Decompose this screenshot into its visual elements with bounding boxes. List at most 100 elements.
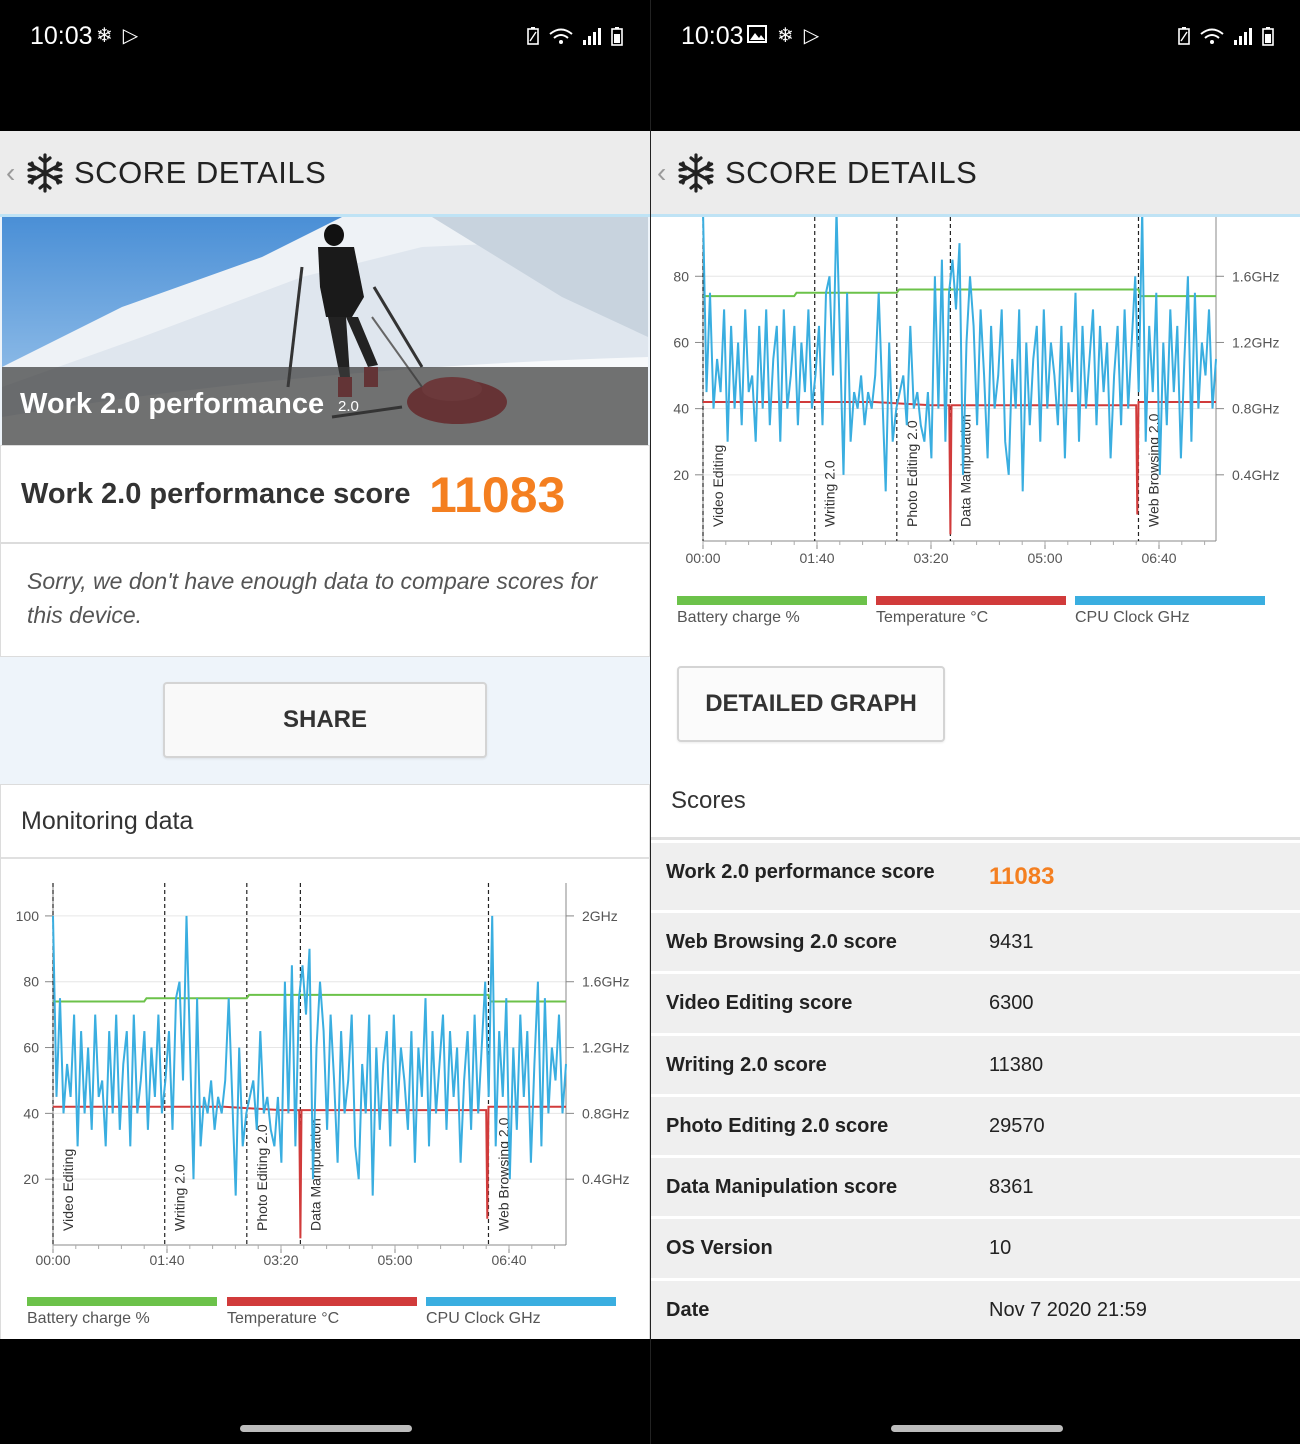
status-bar: 10:03 ❄ ▷ [0,0,650,130]
y-tick-label: 100 [16,908,40,924]
x-tick-label: 05:00 [377,1252,412,1268]
score-row: Date Nov 7 2020 21:59 [651,1280,1300,1339]
y-tick-label: 20 [23,1171,39,1187]
score-row-value: 8361 [989,1176,1034,1199]
signal-icon [583,28,601,45]
legend-temperature-swatch [227,1297,417,1306]
x-tick-label: 01:40 [149,1252,184,1268]
score-row-value: Nov 7 2020 21:59 [989,1298,1147,1321]
home-handle[interactable] [240,1425,412,1432]
monitoring-card: Monitoring data 20 40 60 80 100 0.4GHz 0.8GHz 1… [0,784,650,1339]
snowflake-icon: ❄ [777,25,794,47]
legend-cpu: CPU Clock GHz [1075,596,1265,627]
app-content: ‹ SCORE DETAILS Work 2.0 performance 2.0… [0,131,650,1339]
wifi-icon [1200,28,1224,44]
score-row-label: Photo Editing 2.0 score [666,1114,889,1137]
hero-title: Work 2.0 performance [20,388,325,420]
back-chevron-icon[interactable]: ‹ [6,157,22,189]
app-content: 20 40 60 80 0.4GHz 0.8GHz 1.2GHz 1.6GHz 00:00 01:… [651,131,1300,1339]
phase-label: Photo Editing 2.0 [254,1124,270,1231]
y2-tick-label: 0.4GHz [582,1171,629,1187]
detailed-graph-button[interactable]: DETAILED GRAPH [677,666,945,742]
legend-battery-label: Battery charge % [677,609,800,626]
y2-tick-label: 2GHz [582,908,618,924]
legend-temperature: Temperature °C [227,1297,417,1328]
y-tick-label: 60 [23,1040,39,1056]
play-store-icon: ▷ [803,25,820,47]
x-tick-label: 00:00 [685,550,720,566]
image-icon [747,25,767,43]
x-tick-label: 01:40 [799,550,834,566]
score-row: Web Browsing 2.0 score 9431 [651,913,1300,975]
score-row: Video Editing score 6300 [651,974,1300,1036]
battery-icon [611,27,623,46]
scores-table: Work 2.0 performance score 11083 Web Bro… [651,843,1300,1339]
status-left-icons: ❄ ▷ [747,24,819,48]
snowflake-logo-icon [678,152,714,193]
score-row-label: Data Manipulation score [666,1176,898,1199]
home-handle[interactable] [891,1425,1063,1432]
score-value: 11083 [429,467,566,523]
back-chevron-icon[interactable]: ‹ [657,157,673,189]
signal-icon [1234,28,1252,45]
wifi-icon [549,28,573,44]
app-header: ‹ SCORE DETAILS [0,131,650,217]
x-tick-label: 03:20 [913,550,948,566]
y-tick-label: 60 [673,334,689,350]
score-row-label: OS Version [666,1237,773,1260]
score-row-value: 6300 [989,992,1034,1015]
legend-temperature-label: Temperature °C [227,1310,340,1327]
score-card: Work 2.0 performance score 11083 [0,445,650,543]
score-row-value: 11380 [989,1053,1044,1076]
phase-label: Data Manipulation [957,414,973,527]
legend-cpu-label: CPU Clock GHz [426,1310,541,1327]
legend-battery: Battery charge % [27,1297,217,1328]
share-button[interactable]: SHARE [163,682,487,758]
phase-label: Photo Editing 2.0 [904,420,920,527]
status-right-icons [526,26,624,46]
divider [651,837,1300,840]
y2-tick-label: 1.2GHz [1232,334,1279,350]
x-tick-label: 06:40 [1141,550,1176,566]
monitoring-chart: 20 40 60 80 0.4GHz 0.8GHz 1.2GHz 1.6GHz 00:00 01:… [673,217,1279,566]
hero-banner: Work 2.0 performance 2.0 [2,217,648,445]
battery-icon [1262,27,1274,46]
battery-saver-icon [1178,27,1190,45]
status-right-icons [1177,26,1275,46]
monitoring-title: Monitoring data [21,807,194,835]
score-row: Photo Editing 2.0 score 29570 [651,1096,1300,1159]
divider [1,857,650,859]
score-row-label: Writing 2.0 score [666,1053,827,1076]
legend-cpu-swatch [426,1297,616,1306]
legend-temperature: Temperature °C [876,596,1066,627]
legend-cpu: CPU Clock GHz [426,1297,616,1328]
score-row-label: Web Browsing 2.0 score [666,931,897,953]
y2-tick-label: 0.8GHz [1232,401,1279,417]
legend-battery-swatch [677,596,867,605]
y2-tick-label: 1.6GHz [582,974,629,990]
score-row-value: 9431 [989,931,1034,953]
y-tick-label: 40 [23,1105,39,1121]
app-header: ‹ SCORE DETAILS [651,131,1300,217]
x-tick-label: 03:20 [263,1252,298,1268]
battery-saver-icon [527,27,539,45]
y2-tick-label: 1.6GHz [1232,268,1279,284]
scores-title: Scores [671,787,746,814]
score-row-label: Video Editing score [666,992,853,1015]
legend-temperature-swatch [876,596,1066,605]
phase-label: Video Editing [60,1149,76,1231]
y2-tick-label: 1.2GHz [582,1040,629,1056]
score-row-label: Date [666,1298,710,1321]
notice-card: Sorry, we don't have enough data to comp… [0,543,650,657]
page-title: SCORE DETAILS [725,154,978,190]
phase-label: Data Manipulation [307,1118,323,1231]
legend-battery-swatch [27,1297,217,1306]
snowflake-logo-icon [27,152,63,193]
left-screen: 10:03 ❄ ▷ ‹ SCORE DETAILS Work 2.0 perfo… [0,0,650,1444]
play-store-icon: ▷ [122,25,139,47]
score-row: Work 2.0 performance score 11083 [651,843,1300,913]
monitoring-chart: 20 40 60 80 100 0.4GHz 0.8GHz 1.2GHz 1.6GHz 2GHz 0… [16,883,629,1268]
x-tick-label: 00:00 [35,1252,70,1268]
score-row-value: 11083 [989,863,1055,890]
legend-battery: Battery charge % [677,596,867,627]
